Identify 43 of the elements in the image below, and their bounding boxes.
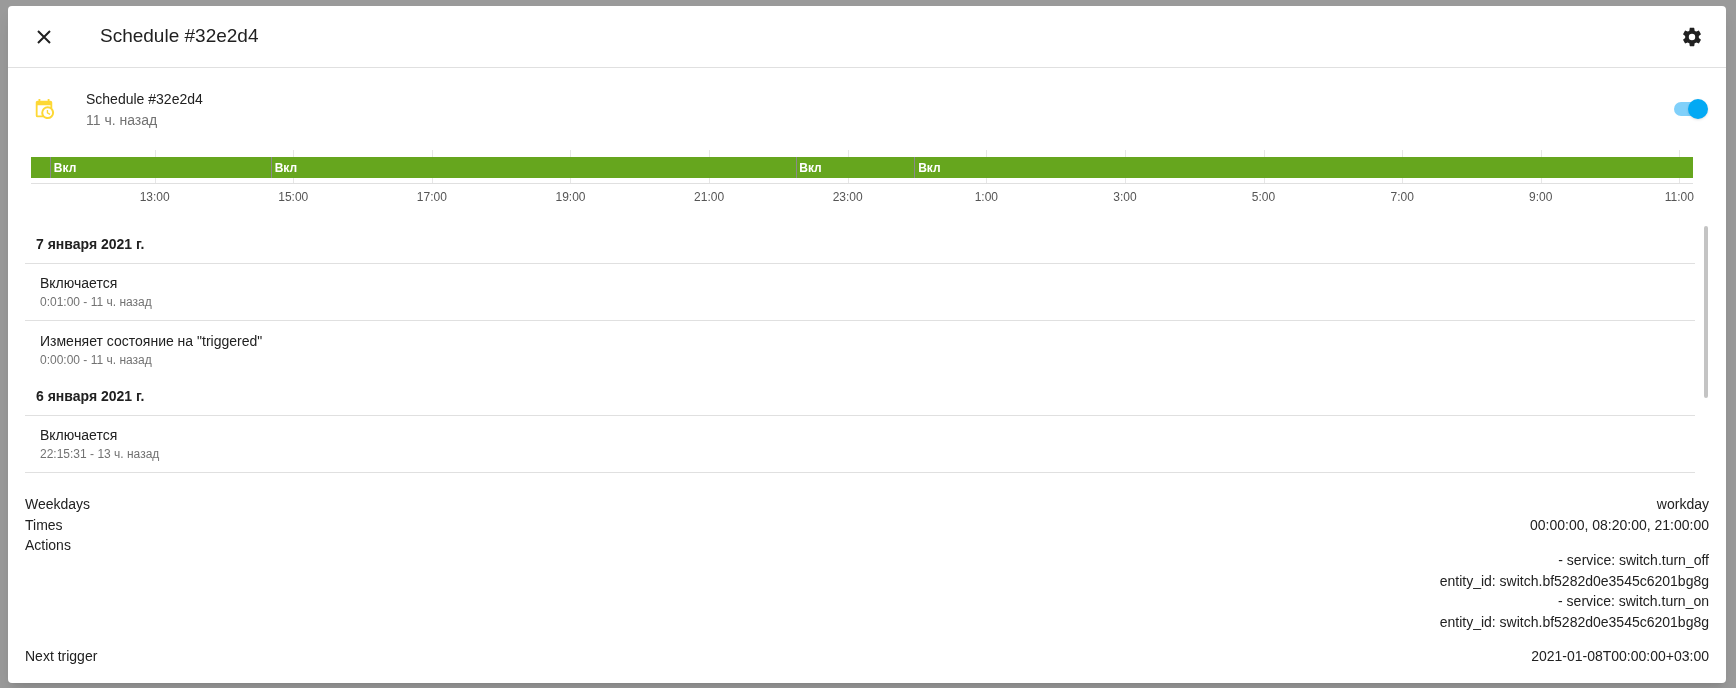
attribute-value: - service: switch.turn_on: [1558, 592, 1709, 611]
attribute-value: 2021-01-08T00:00:00+03:00: [1531, 647, 1709, 666]
tick-label: 9:00: [1529, 189, 1553, 206]
tick-label: 19:00: [555, 189, 586, 206]
dialog-title: Schedule #32e2d4: [100, 24, 259, 49]
tick-label: 7:00: [1390, 189, 1414, 206]
entity-name: Schedule #32e2d4: [86, 90, 203, 109]
scrollbar[interactable]: [1704, 226, 1708, 398]
tick-label: 23:00: [832, 189, 863, 206]
segment-label: Вкл: [917, 159, 941, 177]
attribute-value: 00:00:00, 08:20:00, 21:00:00: [1529, 515, 1709, 535]
attribute-name: Actions: [25, 536, 71, 555]
tick-label: 5:00: [1251, 189, 1276, 206]
attribute-name: Next trigger: [25, 647, 98, 666]
date-heading: 6 января 2021 г.: [36, 387, 145, 406]
segment-label: Вкл: [52, 159, 77, 177]
toggle-switch[interactable]: [1672, 99, 1708, 119]
segment-label: Вкл: [798, 159, 822, 177]
settings-icon: [1681, 25, 1703, 48]
log-time: 0:01:00 - 11 ч. назад: [40, 294, 153, 311]
tick-label: 17:00: [416, 189, 447, 206]
tick-label: 21:00: [694, 189, 725, 206]
date-heading: 7 января 2021 г.: [36, 235, 145, 254]
attribute-name: Weekdays: [25, 495, 91, 514]
segment-label: Вкл: [273, 159, 298, 177]
log-message: Изменяет состояние на "triggered": [40, 331, 264, 351]
attribute-value: workday: [1656, 495, 1709, 514]
attribute-name: Times: [25, 515, 63, 535]
attribute-value: - service: switch.turn_off: [1558, 551, 1709, 570]
log-message: Включается: [40, 274, 119, 293]
log-time: 22:15:31 - 13 ч. назад: [40, 446, 161, 463]
attribute-value: entity_id: switch.bf5282d0e3545c6201bg8g: [1439, 612, 1709, 632]
calendar-clock-icon: [33, 98, 55, 120]
tick-label: 13:00: [139, 189, 170, 206]
tick-label: 3:00: [1113, 189, 1137, 206]
close-icon: [36, 28, 52, 45]
attribute-value: entity_id: switch.bf5282d0e3545c6201bg8g: [1439, 571, 1709, 591]
tick-label: 11:00: [1664, 189, 1694, 206]
log-message: Включается: [40, 426, 119, 445]
log-time: 0:00:00 - 11 ч. назад: [40, 351, 153, 369]
last-changed-text: 11 ч. назад: [86, 111, 159, 130]
tick-label: 1:00: [974, 189, 998, 206]
tick-label: 15:00: [278, 189, 309, 206]
